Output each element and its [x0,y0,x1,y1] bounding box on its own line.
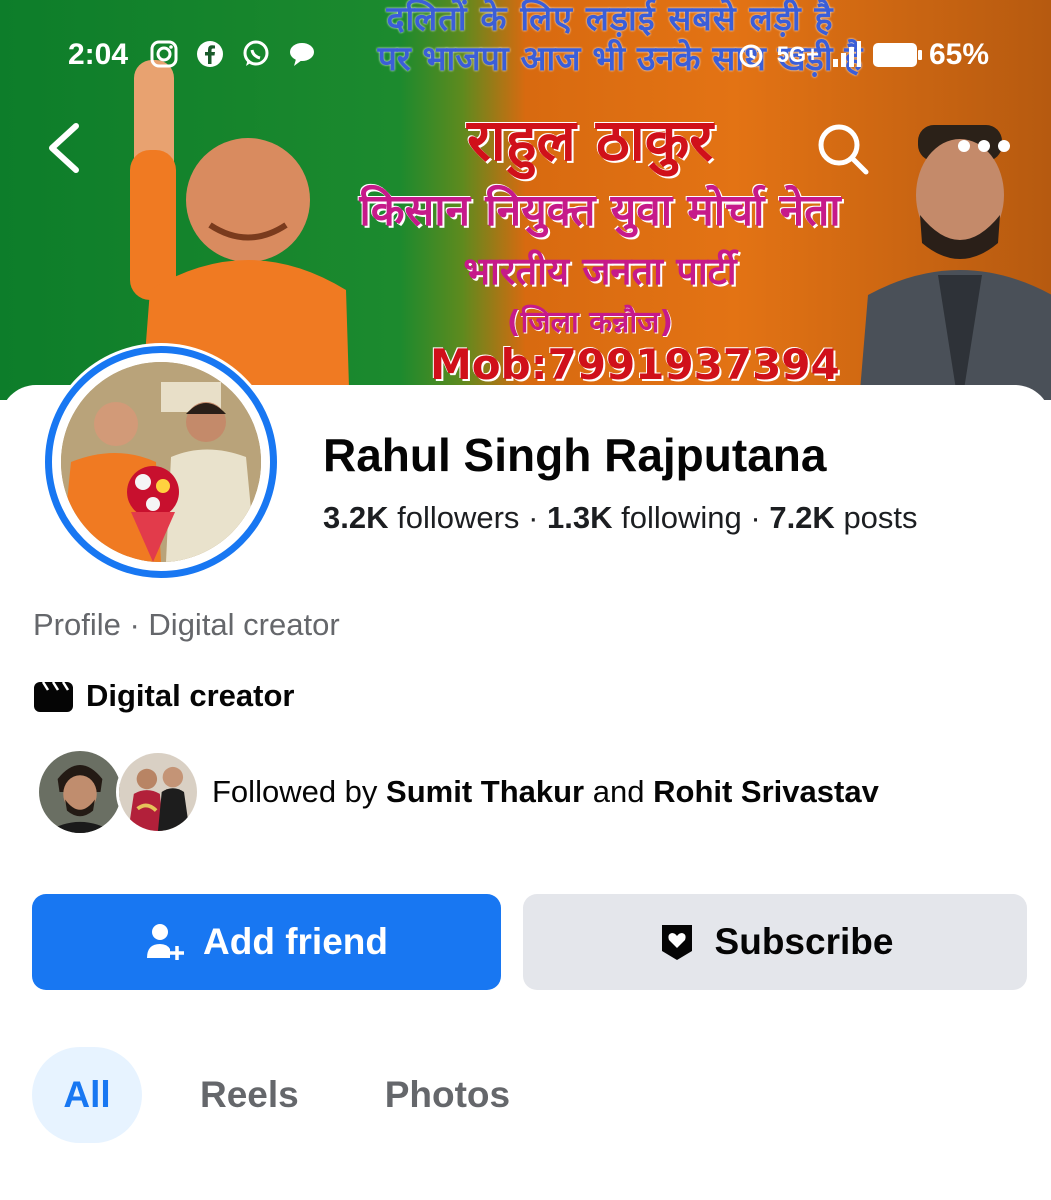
followed-by-joiner: and [592,774,645,809]
profile-name: Rahul Singh Rajputana [323,429,827,481]
more-options-icon[interactable] [954,136,1014,156]
mutual-avatar-1[interactable] [36,748,124,836]
whatsapp-icon [243,40,269,66]
avatar-photo [61,362,261,562]
followers-stat[interactable]: 3.2K followers [323,500,519,535]
cover-district: (जिला कन्नौज) [506,305,674,340]
signal-icon [832,41,861,67]
followed-by-prefix: Followed by [212,774,378,809]
facebook-icon [197,41,223,67]
back-arrow-icon[interactable] [42,120,86,176]
cover-mobile: Mob:7991937394 [430,340,840,389]
battery-percent: 65% [928,38,989,71]
status-time: 2:04 [68,38,129,71]
followers-count: 3.2K [323,500,389,535]
profile-avatar[interactable] [42,343,280,581]
mutual-avatar-1-image [39,751,121,833]
cover-name: राहुल ठाकुर [466,106,714,174]
tab-all[interactable]: All [32,1047,142,1143]
subscribe-badge-icon [661,925,692,960]
following-count: 1.3K [547,500,613,535]
profile-tabs: All Reels Photos [32,1047,538,1143]
cover-party: भारतीय जनता पार्टी [463,249,737,293]
following-stat[interactable]: 1.3K following [547,500,742,535]
followers-label: followers [397,500,520,535]
status-right-cluster: 5G+ 65% [737,38,989,72]
status-notification-icons [150,40,316,68]
subscribe-button[interactable]: Subscribe [523,894,1027,990]
add-friend-button[interactable]: Add friend [32,894,501,990]
story-ring [45,346,277,578]
profile-type-line: Profile · Digital creator [33,607,340,642]
stats-separator: · [528,500,539,535]
network-type: 5G+ [776,42,819,67]
category-row: Digital creator [33,678,294,714]
battery-icon [872,43,922,67]
mutual-avatar-2[interactable] [116,750,200,834]
status-bar: 2:04 5G+ 65% [0,38,1051,78]
mutual-followers[interactable]: Followed by Sumit Thakur and Rohit Sriva… [36,748,879,836]
search-icon[interactable] [812,118,872,178]
mutual-friend-1[interactable]: Sumit Thakur [386,774,584,809]
clapperboard-icon [34,681,73,712]
alarm-icon [739,44,763,68]
add-person-icon [147,924,184,960]
category-label: Digital creator [86,678,295,713]
chat-bubble-icon [290,43,314,66]
posts-count: 7.2K [769,500,835,535]
tab-photos[interactable]: Photos [357,1047,538,1143]
mutual-avatar-2-image [119,753,197,831]
tab-reels[interactable]: Reels [172,1047,327,1143]
subscribe-label: Subscribe [714,921,894,962]
posts-stat[interactable]: 7.2K posts [769,500,917,535]
followed-by-text: Followed by Sumit Thakur and Rohit Sriva… [212,774,879,810]
cover-person-right-image [859,125,1051,400]
cover-role: किसान नियुक्त युवा मोर्चा नेता [359,185,841,236]
instagram-icon [150,40,178,68]
following-label: following [621,500,742,535]
mutual-friend-2[interactable]: Rohit Srivastav [653,774,879,809]
posts-label: posts [843,500,918,535]
add-friend-label: Add friend [203,921,388,962]
avatar-photo-image [61,362,261,562]
stats-separator: · [750,500,761,535]
profile-stats: 3.2K followers · 1.3K following · 7.2K p… [323,500,918,536]
